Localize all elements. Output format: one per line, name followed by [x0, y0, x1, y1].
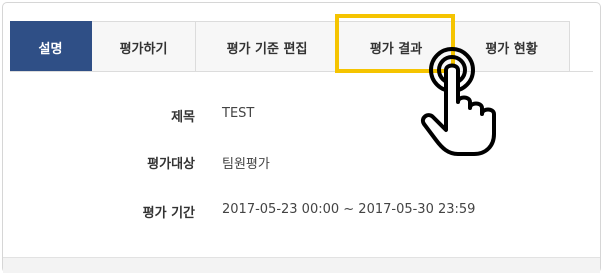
tab-edit-criteria[interactable]: 평가 기준 편집 — [196, 21, 339, 72]
footer-band — [3, 257, 600, 273]
title-value: TEST — [222, 106, 255, 121]
period-value: 2017-05-23 00:00 ~ 2017-05-30 23:59 — [222, 202, 476, 217]
period-row: 평가 기간 2017-05-23 00:00 ~ 2017-05-30 23:5… — [0, 202, 603, 222]
tab-description[interactable]: 설명 — [10, 21, 92, 72]
period-label: 평가 기간 — [142, 206, 195, 221]
target-row: 평가대상 팀원평가 — [0, 153, 603, 173]
target-label: 평가대상 — [147, 157, 195, 172]
title-row: 제목 TEST — [0, 106, 603, 126]
title-label: 제목 — [171, 110, 195, 125]
target-value: 팀원평가 — [222, 157, 270, 172]
hand-pointer-icon — [421, 47, 496, 156]
tab-evaluate[interactable]: 평가하기 — [92, 21, 196, 72]
